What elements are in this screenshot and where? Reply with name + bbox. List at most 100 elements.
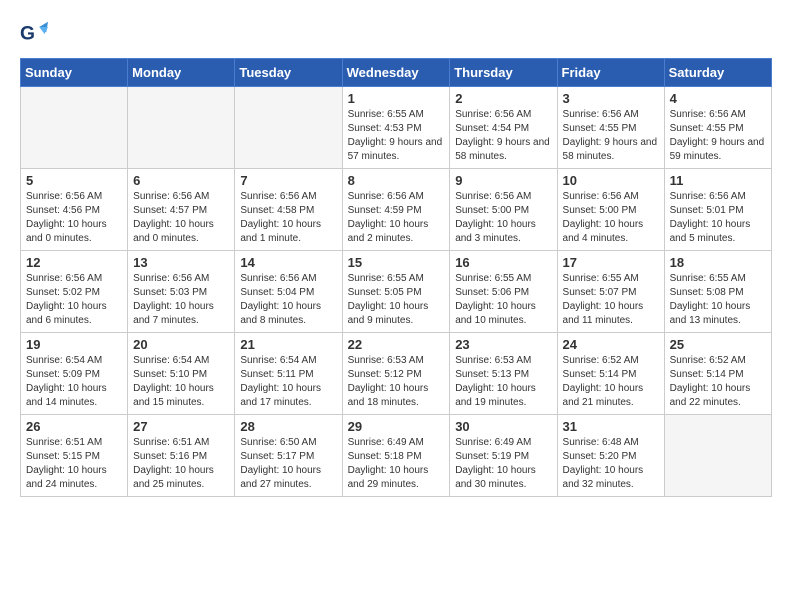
calendar-cell: 30 Sunrise: 6:49 AM Sunset: 5:19 PM Dayli… xyxy=(450,415,557,497)
day-info: Sunrise: 6:56 AM Sunset: 4:54 PM Dayligh… xyxy=(455,108,551,164)
day-info: Sunrise: 6:54 AM Sunset: 5:10 PM Dayligh… xyxy=(133,354,229,410)
calendar-week-row: 19 Sunrise: 6:54 AM Sunset: 5:09 PM Dayli… xyxy=(21,333,772,415)
calendar-cell xyxy=(664,415,771,497)
calendar-cell: 10 Sunrise: 6:56 AM Sunset: 5:00 PM Dayli… xyxy=(557,169,664,251)
calendar-cell: 28 Sunrise: 6:50 AM Sunset: 5:17 PM Dayli… xyxy=(235,415,342,497)
day-number: 15 xyxy=(348,255,445,270)
day-number: 27 xyxy=(133,419,229,434)
day-number: 22 xyxy=(348,337,445,352)
day-info: Sunrise: 6:53 AM Sunset: 5:12 PM Dayligh… xyxy=(348,354,445,410)
day-info: Sunrise: 6:56 AM Sunset: 4:56 PM Dayligh… xyxy=(26,190,122,246)
day-info: Sunrise: 6:56 AM Sunset: 4:59 PM Dayligh… xyxy=(348,190,445,246)
day-number: 4 xyxy=(670,91,766,106)
weekday-header: Monday xyxy=(128,59,235,87)
day-number: 6 xyxy=(133,173,229,188)
day-info: Sunrise: 6:56 AM Sunset: 4:57 PM Dayligh… xyxy=(133,190,229,246)
day-info: Sunrise: 6:51 AM Sunset: 5:16 PM Dayligh… xyxy=(133,436,229,492)
day-number: 16 xyxy=(455,255,551,270)
calendar-week-row: 1Sunrise: 6:55 AM Sunset: 4:53 PM Daylig… xyxy=(21,87,772,169)
calendar-cell xyxy=(21,87,128,169)
day-info: Sunrise: 6:56 AM Sunset: 5:00 PM Dayligh… xyxy=(563,190,659,246)
day-info: Sunrise: 6:52 AM Sunset: 5:14 PM Dayligh… xyxy=(670,354,766,410)
day-number: 5 xyxy=(26,173,122,188)
calendar-cell: 23 Sunrise: 6:53 AM Sunset: 5:13 PM Dayli… xyxy=(450,333,557,415)
calendar-cell: 11 Sunrise: 6:56 AM Sunset: 5:01 PM Dayli… xyxy=(664,169,771,251)
day-info: Sunrise: 6:56 AM Sunset: 4:58 PM Dayligh… xyxy=(240,190,336,246)
calendar-week-row: 12Sunrise: 6:56 AM Sunset: 5:02 PM Dayli… xyxy=(21,251,772,333)
logo: G xyxy=(20,20,52,48)
calendar-cell xyxy=(235,87,342,169)
day-number: 28 xyxy=(240,419,336,434)
calendar-cell: 1Sunrise: 6:55 AM Sunset: 4:53 PM Daylig… xyxy=(342,87,450,169)
weekday-header: Tuesday xyxy=(235,59,342,87)
weekday-header: Saturday xyxy=(664,59,771,87)
day-info: Sunrise: 6:54 AM Sunset: 5:09 PM Dayligh… xyxy=(26,354,122,410)
day-number: 12 xyxy=(26,255,122,270)
day-number: 8 xyxy=(348,173,445,188)
calendar-cell: 7 Sunrise: 6:56 AM Sunset: 4:58 PM Daylig… xyxy=(235,169,342,251)
day-number: 2 xyxy=(455,91,551,106)
svg-text:G: G xyxy=(20,23,35,44)
calendar-week-row: 5 Sunrise: 6:56 AM Sunset: 4:56 PM Daylig… xyxy=(21,169,772,251)
day-info: Sunrise: 6:49 AM Sunset: 5:18 PM Dayligh… xyxy=(348,436,445,492)
calendar-cell: 26Sunrise: 6:51 AM Sunset: 5:15 PM Dayli… xyxy=(21,415,128,497)
calendar-cell: 3Sunrise: 6:56 AM Sunset: 4:55 PM Daylig… xyxy=(557,87,664,169)
calendar-cell: 19 Sunrise: 6:54 AM Sunset: 5:09 PM Dayli… xyxy=(21,333,128,415)
calendar-week-row: 26Sunrise: 6:51 AM Sunset: 5:15 PM Dayli… xyxy=(21,415,772,497)
calendar-cell: 22 Sunrise: 6:53 AM Sunset: 5:12 PM Dayli… xyxy=(342,333,450,415)
day-number: 26 xyxy=(26,419,122,434)
calendar-cell: 21Sunrise: 6:54 AM Sunset: 5:11 PM Dayli… xyxy=(235,333,342,415)
day-number: 29 xyxy=(348,419,445,434)
weekday-header: Thursday xyxy=(450,59,557,87)
logo-icon: G xyxy=(20,20,48,48)
calendar-cell: 6 Sunrise: 6:56 AM Sunset: 4:57 PM Daylig… xyxy=(128,169,235,251)
day-number: 11 xyxy=(670,173,766,188)
day-number: 24 xyxy=(563,337,659,352)
calendar-cell: 4 Sunrise: 6:56 AM Sunset: 4:55 PM Daylig… xyxy=(664,87,771,169)
calendar-cell: 12Sunrise: 6:56 AM Sunset: 5:02 PM Dayli… xyxy=(21,251,128,333)
day-info: Sunrise: 6:55 AM Sunset: 5:05 PM Dayligh… xyxy=(348,272,445,328)
day-number: 31 xyxy=(563,419,659,434)
day-info: Sunrise: 6:52 AM Sunset: 5:14 PM Dayligh… xyxy=(563,354,659,410)
calendar-cell: 17Sunrise: 6:55 AM Sunset: 5:07 PM Dayli… xyxy=(557,251,664,333)
day-number: 7 xyxy=(240,173,336,188)
calendar: SundayMondayTuesdayWednesdayThursdayFrid… xyxy=(20,58,772,497)
calendar-cell: 5 Sunrise: 6:56 AM Sunset: 4:56 PM Daylig… xyxy=(21,169,128,251)
calendar-header-row: SundayMondayTuesdayWednesdayThursdayFrid… xyxy=(21,59,772,87)
calendar-cell: 16 Sunrise: 6:55 AM Sunset: 5:06 PM Dayli… xyxy=(450,251,557,333)
day-info: Sunrise: 6:53 AM Sunset: 5:13 PM Dayligh… xyxy=(455,354,551,410)
calendar-cell xyxy=(128,87,235,169)
calendar-cell: 24 Sunrise: 6:52 AM Sunset: 5:14 PM Dayli… xyxy=(557,333,664,415)
calendar-cell: 13Sunrise: 6:56 AM Sunset: 5:03 PM Dayli… xyxy=(128,251,235,333)
calendar-cell: 9Sunrise: 6:56 AM Sunset: 5:00 PM Daylig… xyxy=(450,169,557,251)
day-number: 20 xyxy=(133,337,229,352)
day-info: Sunrise: 6:55 AM Sunset: 5:06 PM Dayligh… xyxy=(455,272,551,328)
page-header: G xyxy=(20,20,772,48)
day-number: 18 xyxy=(670,255,766,270)
day-info: Sunrise: 6:56 AM Sunset: 5:00 PM Dayligh… xyxy=(455,190,551,246)
day-number: 23 xyxy=(455,337,551,352)
day-number: 30 xyxy=(455,419,551,434)
day-info: Sunrise: 6:56 AM Sunset: 4:55 PM Dayligh… xyxy=(670,108,766,164)
day-info: Sunrise: 6:56 AM Sunset: 5:04 PM Dayligh… xyxy=(240,272,336,328)
day-info: Sunrise: 6:54 AM Sunset: 5:11 PM Dayligh… xyxy=(240,354,336,410)
calendar-cell: 8 Sunrise: 6:56 AM Sunset: 4:59 PM Daylig… xyxy=(342,169,450,251)
day-number: 10 xyxy=(563,173,659,188)
calendar-cell: 2 Sunrise: 6:56 AM Sunset: 4:54 PM Daylig… xyxy=(450,87,557,169)
weekday-header: Wednesday xyxy=(342,59,450,87)
day-number: 19 xyxy=(26,337,122,352)
calendar-cell: 18Sunrise: 6:55 AM Sunset: 5:08 PM Dayli… xyxy=(664,251,771,333)
day-info: Sunrise: 6:56 AM Sunset: 5:01 PM Dayligh… xyxy=(670,190,766,246)
day-info: Sunrise: 6:50 AM Sunset: 5:17 PM Dayligh… xyxy=(240,436,336,492)
day-number: 25 xyxy=(670,337,766,352)
day-info: Sunrise: 6:55 AM Sunset: 5:07 PM Dayligh… xyxy=(563,272,659,328)
day-info: Sunrise: 6:56 AM Sunset: 4:55 PM Dayligh… xyxy=(563,108,659,164)
calendar-cell: 27 Sunrise: 6:51 AM Sunset: 5:16 PM Dayli… xyxy=(128,415,235,497)
day-number: 14 xyxy=(240,255,336,270)
calendar-cell: 29 Sunrise: 6:49 AM Sunset: 5:18 PM Dayli… xyxy=(342,415,450,497)
day-info: Sunrise: 6:49 AM Sunset: 5:19 PM Dayligh… xyxy=(455,436,551,492)
calendar-cell: 20 Sunrise: 6:54 AM Sunset: 5:10 PM Dayli… xyxy=(128,333,235,415)
day-info: Sunrise: 6:48 AM Sunset: 5:20 PM Dayligh… xyxy=(563,436,659,492)
day-number: 13 xyxy=(133,255,229,270)
calendar-cell: 25 Sunrise: 6:52 AM Sunset: 5:14 PM Dayli… xyxy=(664,333,771,415)
